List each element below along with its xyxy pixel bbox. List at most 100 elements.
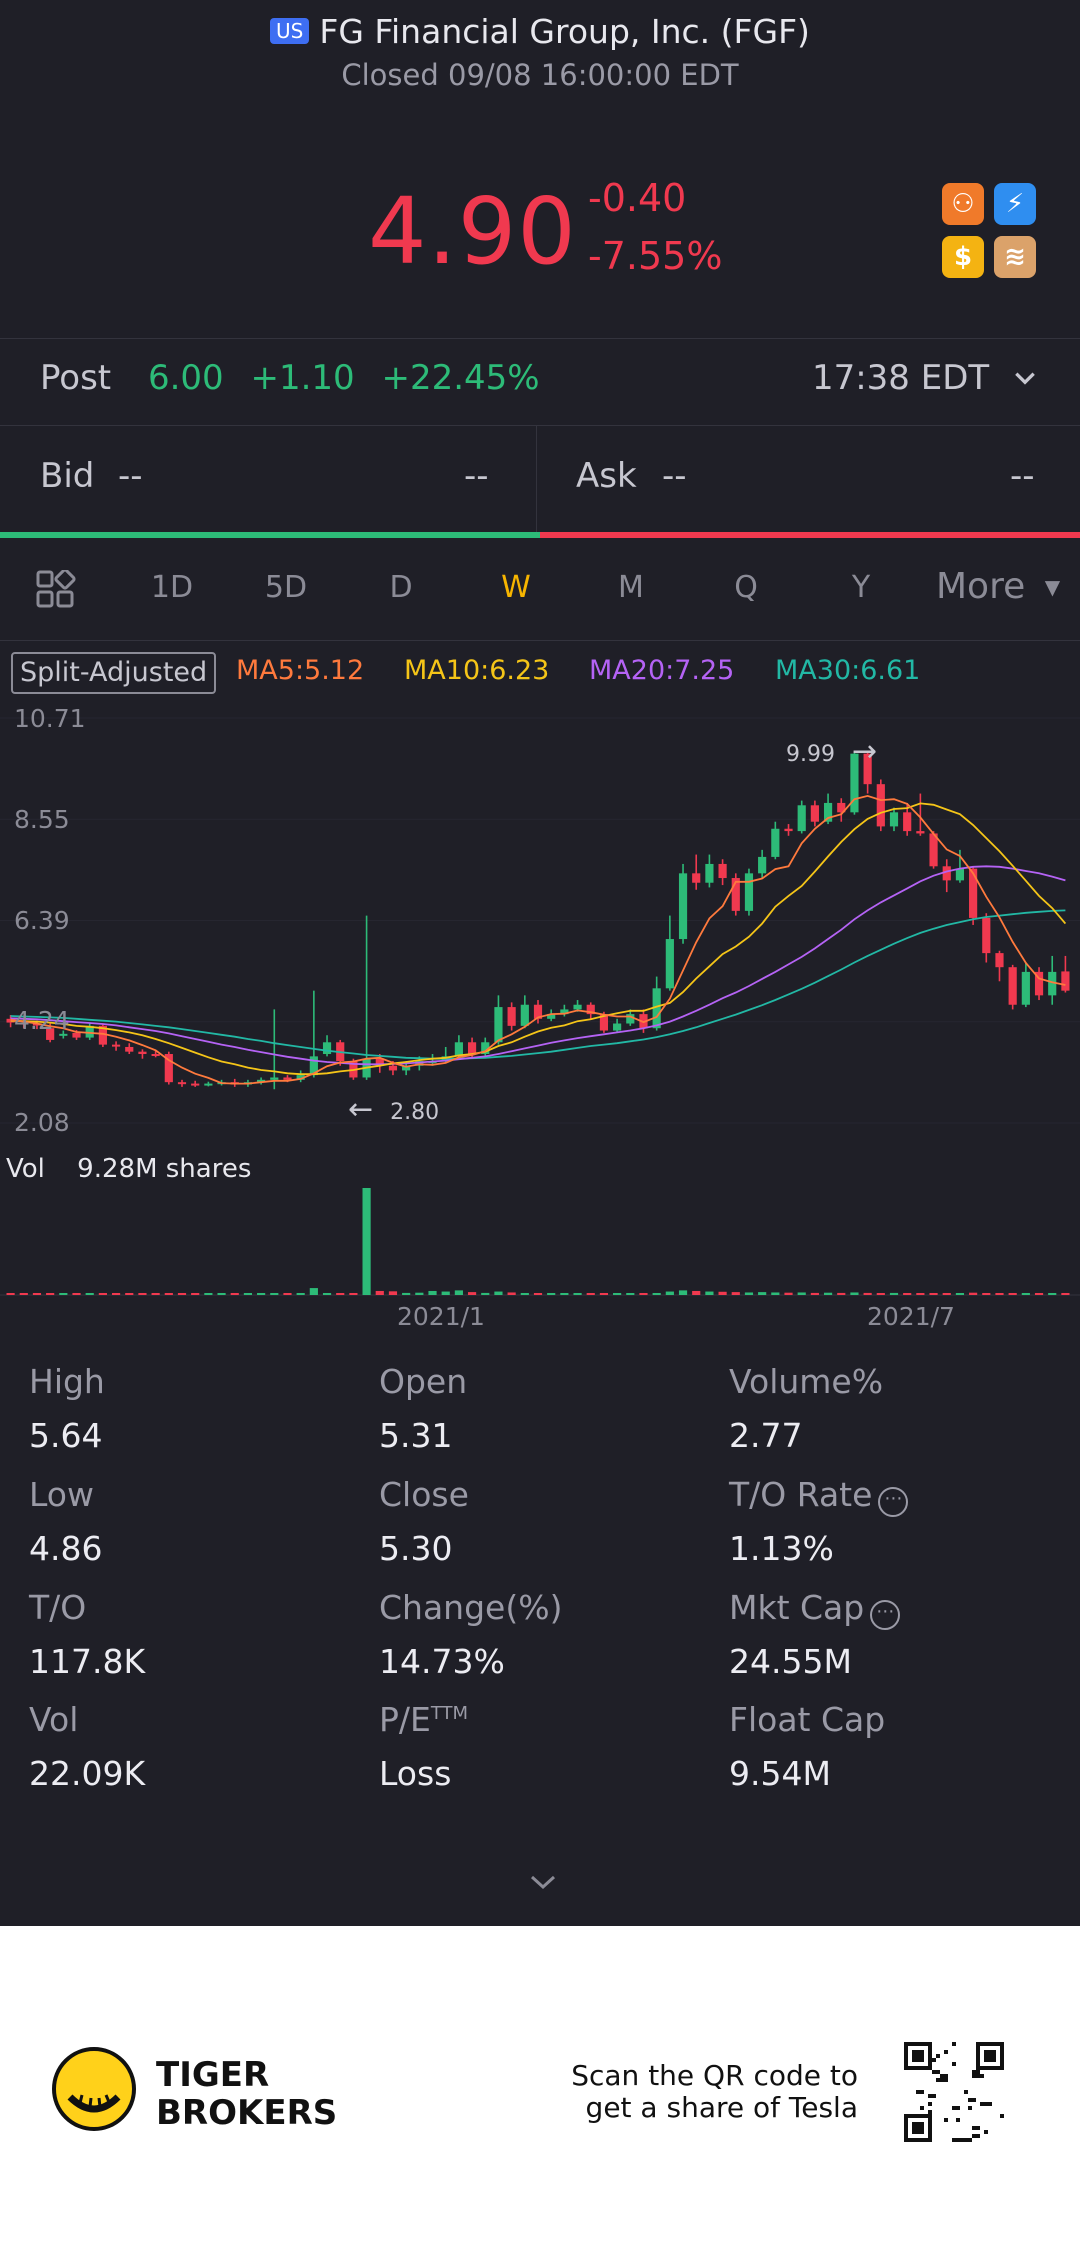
low-marker-value: 2.80: [390, 1100, 440, 1125]
candle-body: [1061, 971, 1070, 991]
stat-label-high: High: [29, 1362, 105, 1401]
arrow-left-icon: ←: [348, 1092, 374, 1127]
brand-line-2: BROKERS: [156, 2093, 338, 2133]
candle-body: [889, 812, 899, 827]
tab-1d[interactable]: 1D: [142, 570, 202, 605]
volume-bar: [19, 1293, 28, 1295]
candle-body: [72, 1032, 81, 1038]
volume-bar: [573, 1293, 582, 1295]
tab-more[interactable]: More ▼: [936, 566, 1060, 607]
stat-label-open: Open: [379, 1362, 468, 1401]
volume-bar: [151, 1293, 160, 1295]
qr-module: [944, 2074, 948, 2078]
volume-bar: [969, 1292, 978, 1295]
stat-label-pe-suffix: TTM: [430, 1703, 469, 1724]
stat-value-market-cap: 24.55M: [729, 1642, 852, 1681]
info-icon[interactable]: ⋯: [870, 1600, 901, 1630]
divider: [0, 640, 1080, 641]
candle-body: [692, 873, 701, 883]
qr-module: [944, 2118, 948, 2122]
arrow-right-icon: →: [851, 734, 878, 769]
volume-bar: [718, 1291, 727, 1295]
price-change-percent: -7.55%: [588, 234, 723, 278]
volume-bar: [903, 1293, 912, 1295]
post-label: Post: [40, 358, 112, 398]
qr-module: [976, 2070, 980, 2074]
volume-bar: [665, 1291, 674, 1295]
split-adjusted-toggle[interactable]: Split-Adjusted: [11, 652, 217, 694]
volume-bar: [283, 1293, 292, 1295]
volume-bar: [402, 1292, 411, 1295]
stat-label-volume: Vol: [29, 1700, 79, 1739]
qr-module: [968, 2098, 972, 2102]
volume-row: Vol 9.28M shares: [6, 1154, 251, 1184]
candle-body: [507, 1007, 516, 1026]
stat-value-turnover: 117.8K: [29, 1642, 146, 1681]
market-badge: US: [270, 18, 310, 44]
tab-q[interactable]: Q: [716, 570, 776, 605]
volume-bar: [296, 1293, 305, 1295]
candle-body: [177, 1082, 187, 1085]
info-icon[interactable]: ⋯: [878, 1487, 909, 1517]
ask-size: --: [1010, 456, 1035, 496]
volume-bar: [375, 1290, 384, 1295]
volume-bar: [599, 1293, 609, 1295]
volume-bar: [72, 1293, 81, 1295]
divider: [536, 426, 537, 534]
ask-volume-bar: [540, 532, 1080, 538]
tab-y[interactable]: Y: [831, 570, 891, 605]
tab-d[interactable]: D: [371, 570, 431, 605]
tab-m[interactable]: M: [601, 570, 661, 605]
volume-bar: [626, 1293, 635, 1295]
qr-module: [964, 2138, 968, 2142]
volume-bar: [533, 1293, 543, 1295]
options-icon[interactable]: ⚇: [942, 183, 984, 225]
volume-bar: [362, 1188, 371, 1295]
qr-caption-line-1: Scan the QR code to: [571, 2059, 858, 2092]
post-market-row[interactable]: Post 6.00 +1.10 +22.45%: [40, 358, 540, 398]
volume-bar: [32, 1293, 42, 1295]
qr-caption-line-2: get a share of Tesla: [585, 2091, 858, 2124]
volume-bar: [125, 1293, 134, 1295]
volume-bar: [59, 1293, 68, 1295]
stat-label-float-cap: Float Cap: [729, 1700, 886, 1739]
qr-finder: [984, 2050, 996, 2062]
dollar-icon[interactable]: $: [942, 236, 984, 278]
volume-bar: [837, 1292, 846, 1295]
volume-bar: [929, 1293, 938, 1295]
volume-bar: [982, 1293, 991, 1295]
candle-body: [138, 1051, 147, 1055]
grid-icon[interactable]: [36, 570, 76, 610]
stat-value-turnover-rate: 1.13%: [729, 1529, 834, 1568]
footer-banner: TIGER BROKERS Scan the QR code to get a …: [0, 1926, 1080, 2259]
price-chart[interactable]: [0, 700, 1080, 1330]
volume-bar: [850, 1292, 859, 1295]
stat-label-pe-text: P/E: [379, 1700, 431, 1739]
post-time[interactable]: 17:38 EDT: [812, 358, 1038, 398]
candle-body: [388, 1065, 398, 1071]
stat-label-change-percent: Change(%): [379, 1588, 563, 1627]
tab-5d[interactable]: 5D: [256, 570, 316, 605]
lightning-icon[interactable]: ⚡: [994, 183, 1036, 225]
ma20-line: [10, 865, 1066, 1066]
volume-bar: [204, 1293, 213, 1295]
layers-icon[interactable]: ≋: [994, 236, 1036, 278]
candle-body: [771, 828, 780, 857]
stat-label-turnover: T/O: [29, 1588, 87, 1627]
volume-bar: [191, 1293, 200, 1295]
volume-bar: [1034, 1293, 1044, 1295]
candle-body: [969, 868, 978, 918]
volume-bar: [98, 1293, 107, 1295]
volume-label: Vol: [6, 1154, 45, 1184]
bid-label: Bid: [40, 456, 95, 496]
expand-chevron-icon[interactable]: [528, 1862, 558, 1900]
qr-module: [940, 2074, 944, 2078]
chevron-down-icon: [1015, 372, 1035, 385]
bid-price: --: [118, 456, 143, 496]
bid-volume-bar: [0, 532, 540, 538]
tab-w[interactable]: W: [486, 570, 546, 605]
divider: [0, 425, 1080, 426]
volume-bar: [705, 1291, 714, 1295]
market-status: Closed 09/08 16:00:00 EDT: [341, 58, 739, 92]
qr-module: [1000, 2114, 1004, 2118]
